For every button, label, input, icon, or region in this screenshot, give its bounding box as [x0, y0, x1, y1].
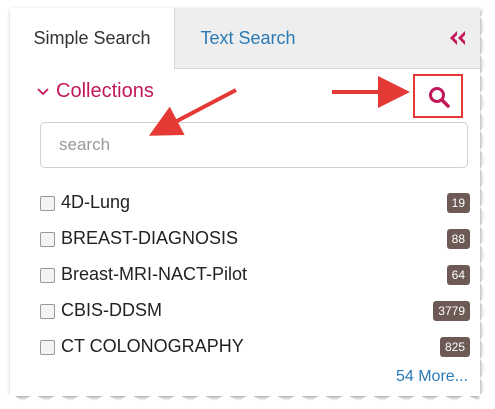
collections-toggle[interactable]: Collections: [36, 76, 154, 106]
collection-item: Breast-MRI-NACT-Pilot 64: [40, 262, 470, 290]
collection-item: BREAST-DIAGNOSIS 88: [40, 226, 470, 254]
collections-search-input[interactable]: [40, 122, 468, 168]
collection-checkbox[interactable]: [40, 232, 55, 247]
collection-checkbox[interactable]: [40, 196, 55, 211]
collection-count-badge: 19: [446, 193, 470, 213]
collection-count-badge: 3779: [433, 301, 470, 321]
collection-name[interactable]: CT COLONOGRAPHY: [61, 336, 244, 357]
collection-name[interactable]: 4D-Lung: [61, 192, 130, 213]
collection-count-badge: 64: [446, 265, 470, 285]
collection-name[interactable]: CBIS-DDSM: [61, 300, 162, 321]
tab-bar: Simple Search Text Search: [10, 8, 480, 69]
collection-name[interactable]: BREAST-DIAGNOSIS: [61, 228, 238, 249]
more-collections-link[interactable]: 54 More...: [396, 368, 468, 386]
collection-item: CT COLONOGRAPHY 825: [40, 334, 470, 362]
search-panel: Simple Search Text Search Collections 4D…: [10, 8, 480, 396]
double-chevron-left-icon: [450, 31, 465, 45]
tab-simple-search[interactable]: Simple Search: [10, 8, 175, 69]
collection-checkbox[interactable]: [40, 268, 55, 283]
collection-checkbox[interactable]: [40, 340, 55, 355]
collection-item: 4D-Lung 19: [40, 190, 470, 218]
collections-search-button[interactable]: [413, 74, 463, 118]
collection-name[interactable]: Breast-MRI-NACT-Pilot: [61, 264, 247, 285]
collection-count-badge: 88: [446, 229, 470, 249]
collection-count-badge: 825: [439, 337, 470, 357]
collections-title: Collections: [56, 80, 154, 102]
collection-item: CBIS-DDSM 3779: [40, 298, 470, 326]
collapse-panel-button[interactable]: [446, 26, 470, 50]
collection-checkbox[interactable]: [40, 304, 55, 319]
tab-text-search[interactable]: Text Search: [178, 8, 318, 68]
chevron-down-icon: [37, 88, 49, 95]
search-icon: [429, 87, 450, 108]
